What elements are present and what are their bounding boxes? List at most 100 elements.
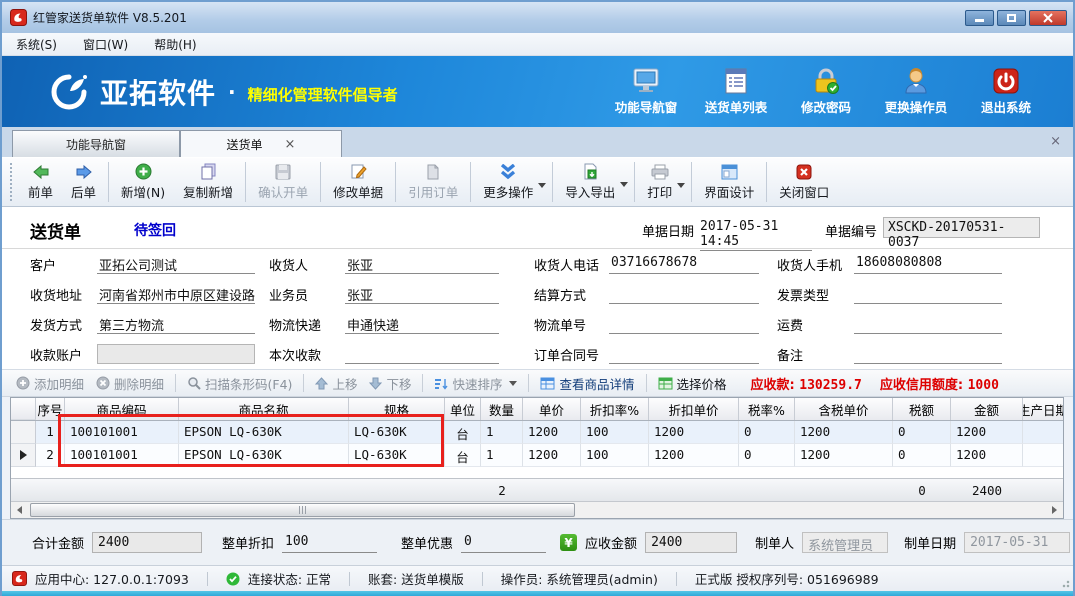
pane-close-icon[interactable]: × <box>1050 134 1061 149</box>
receivable-amount-text: 应收款: 130259.7 <box>751 374 862 393</box>
lock-icon <box>812 68 840 94</box>
nav-item-label: 退出系统 <box>981 97 1031 116</box>
header-cell-spec[interactable]: 规格 <box>349 398 445 420</box>
move-down-button[interactable]: 下移 <box>363 372 417 395</box>
order-discount-field[interactable]: 100 <box>282 533 377 553</box>
salesman-field[interactable]: 张亚 <box>345 284 499 304</box>
address-field[interactable]: 河南省郑州市中原区建设路 <box>97 284 255 304</box>
customer-field[interactable]: 亚拓公司测试 <box>97 254 255 274</box>
confirm-order-button[interactable]: 确认开单 <box>249 161 317 204</box>
ship-method-label: 发货方式 <box>30 315 97 334</box>
header-cell-prod-date[interactable]: 生产日期 <box>1023 398 1063 420</box>
detail-toolbar: 添加明细 删除明细 扫描条形码(F4) 上移 下移 快速排序 查看商品 <box>2 369 1073 397</box>
mobile-label: 收货人手机 <box>777 255 854 274</box>
copy-new-button[interactable]: 复制新增 <box>174 160 242 204</box>
settle-field[interactable] <box>609 284 759 304</box>
row-selector-cell[interactable] <box>11 444 36 467</box>
add-detail-button[interactable]: 添加明细 <box>10 372 90 395</box>
header-cell-tax-price[interactable]: 含税单价 <box>795 398 893 420</box>
order-reduce-field[interactable]: 0 <box>461 533 546 553</box>
header-cell-amount[interactable]: 金额 <box>951 398 1023 420</box>
consignee-field[interactable]: 张亚 <box>345 254 499 274</box>
yen-icon[interactable]: ¥ <box>560 534 577 551</box>
freight-label: 运费 <box>777 315 854 334</box>
new-order-button[interactable]: 新增(N) <box>112 160 174 204</box>
remark-field[interactable] <box>854 344 1002 364</box>
mobile-field[interactable]: 18608080808 <box>854 254 1002 274</box>
phone-label: 收货人电话 <box>534 255 609 274</box>
row-selector-cell[interactable] <box>11 421 36 444</box>
nav-item-exit-system[interactable]: 退出系统 <box>965 68 1047 116</box>
minimize-button[interactable] <box>965 10 994 26</box>
doc-date-field[interactable]: 2017-05-31 14:45 <box>700 219 812 251</box>
close-window-button[interactable]: 关闭窗口 <box>770 161 838 204</box>
invoice-field[interactable] <box>854 284 1002 304</box>
nav-item-switch-operator[interactable]: 更换操作员 <box>875 68 957 116</box>
nav-item-function-nav[interactable]: 功能导航窗 <box>605 68 687 116</box>
header-cell-unit[interactable]: 单位 <box>445 398 481 420</box>
table-row[interactable]: 1 100101001 EPSON LQ-630K LQ-630K 台 1 12… <box>11 421 1063 444</box>
tab-function-nav[interactable]: 功能导航窗 <box>12 130 180 157</box>
header-cell-price[interactable]: 单价 <box>523 398 581 420</box>
table-empty-area <box>11 467 1063 478</box>
courier-field[interactable]: 申通快递 <box>345 314 499 334</box>
modify-order-button[interactable]: 修改单据 <box>324 160 392 204</box>
due-amount-label: 应收金额 <box>585 533 637 552</box>
payment-field[interactable] <box>345 344 499 364</box>
nav-item-delivery-list[interactable]: 送货单列表 <box>695 68 777 116</box>
tab-close-icon[interactable]: × <box>285 137 296 152</box>
more-actions-button[interactable]: 更多操作 <box>474 161 549 204</box>
header-cell-discount-rate[interactable]: 折扣率% <box>581 398 649 420</box>
delete-detail-button[interactable]: 删除明细 <box>90 372 170 395</box>
tab-delivery-order[interactable]: 送货单 × <box>180 130 342 157</box>
horizontal-scrollbar[interactable] <box>11 501 1063 518</box>
header-cell-code[interactable]: 商品编码 <box>65 398 179 420</box>
header-cell-tax[interactable]: 税额 <box>893 398 951 420</box>
header-cell-qty[interactable]: 数量 <box>481 398 523 420</box>
order-form: 客户 亚拓公司测试 收货人 张亚 收货人电话 03716678678 收货人手机… <box>2 249 1073 369</box>
freight-field[interactable] <box>854 314 1002 334</box>
scroll-left-icon[interactable] <box>11 502 28 518</box>
doc-date-label: 单据日期 <box>642 221 694 240</box>
list-icon <box>723 68 749 94</box>
print-button[interactable]: 打印 <box>638 161 688 204</box>
maximize-button[interactable] <box>997 10 1026 26</box>
tracking-no-field[interactable] <box>609 314 759 334</box>
window-bottom-border <box>2 591 1073 596</box>
power-icon <box>993 68 1019 94</box>
table-row[interactable]: 2 100101001 EPSON LQ-630K LQ-630K 台 1 12… <box>11 444 1063 467</box>
copy-icon <box>200 163 217 180</box>
prev-order-button[interactable]: 前单 <box>19 161 62 204</box>
import-export-button[interactable]: 导入导出 <box>556 160 631 204</box>
close-button[interactable] <box>1029 10 1067 26</box>
double-chevron-down-icon <box>499 164 517 180</box>
select-price-button[interactable]: 选择价格 <box>652 372 733 395</box>
quick-sort-button[interactable]: 快速排序 <box>428 372 523 395</box>
menu-item-window[interactable]: 窗口(W) <box>83 36 128 53</box>
header-cell-discount-price[interactable]: 折扣单价 <box>649 398 739 420</box>
maker-label: 制单人 <box>755 533 794 552</box>
next-order-button[interactable]: 后单 <box>62 161 105 204</box>
summary-amount: 2400 <box>951 479 1023 501</box>
phone-field[interactable]: 03716678678 <box>609 254 759 274</box>
menu-item-help[interactable]: 帮助(H) <box>154 36 196 53</box>
view-product-button[interactable]: 查看商品详情 <box>534 372 640 395</box>
nav-item-change-password[interactable]: 修改密码 <box>785 68 867 116</box>
scroll-right-icon[interactable] <box>1046 502 1063 518</box>
scrollbar-thumb[interactable] <box>30 503 575 517</box>
move-up-button[interactable]: 上移 <box>309 372 363 395</box>
resize-grip[interactable] <box>1060 578 1070 588</box>
payment-label: 本次收款 <box>269 345 345 364</box>
document-header: 送货单 待签回 单据日期 2017-05-31 14:45 单据编号 XSCKD… <box>2 207 1073 249</box>
remark-label: 备注 <box>777 345 854 364</box>
ship-method-field[interactable]: 第三方物流 <box>97 314 255 334</box>
quote-order-button[interactable]: 引用订单 <box>399 161 467 204</box>
menu-item-system[interactable]: 系统(S) <box>16 36 57 53</box>
contract-field[interactable] <box>609 344 759 364</box>
scan-barcode-button[interactable]: 扫描条形码(F4) <box>181 372 298 395</box>
header-cell-tax-rate[interactable]: 税率% <box>739 398 795 420</box>
edit-icon <box>350 163 367 180</box>
header-cell-seq[interactable]: 序号 <box>36 398 65 420</box>
ui-design-button[interactable]: 界面设计 <box>695 161 763 204</box>
header-cell-name[interactable]: 商品名称 <box>179 398 349 420</box>
